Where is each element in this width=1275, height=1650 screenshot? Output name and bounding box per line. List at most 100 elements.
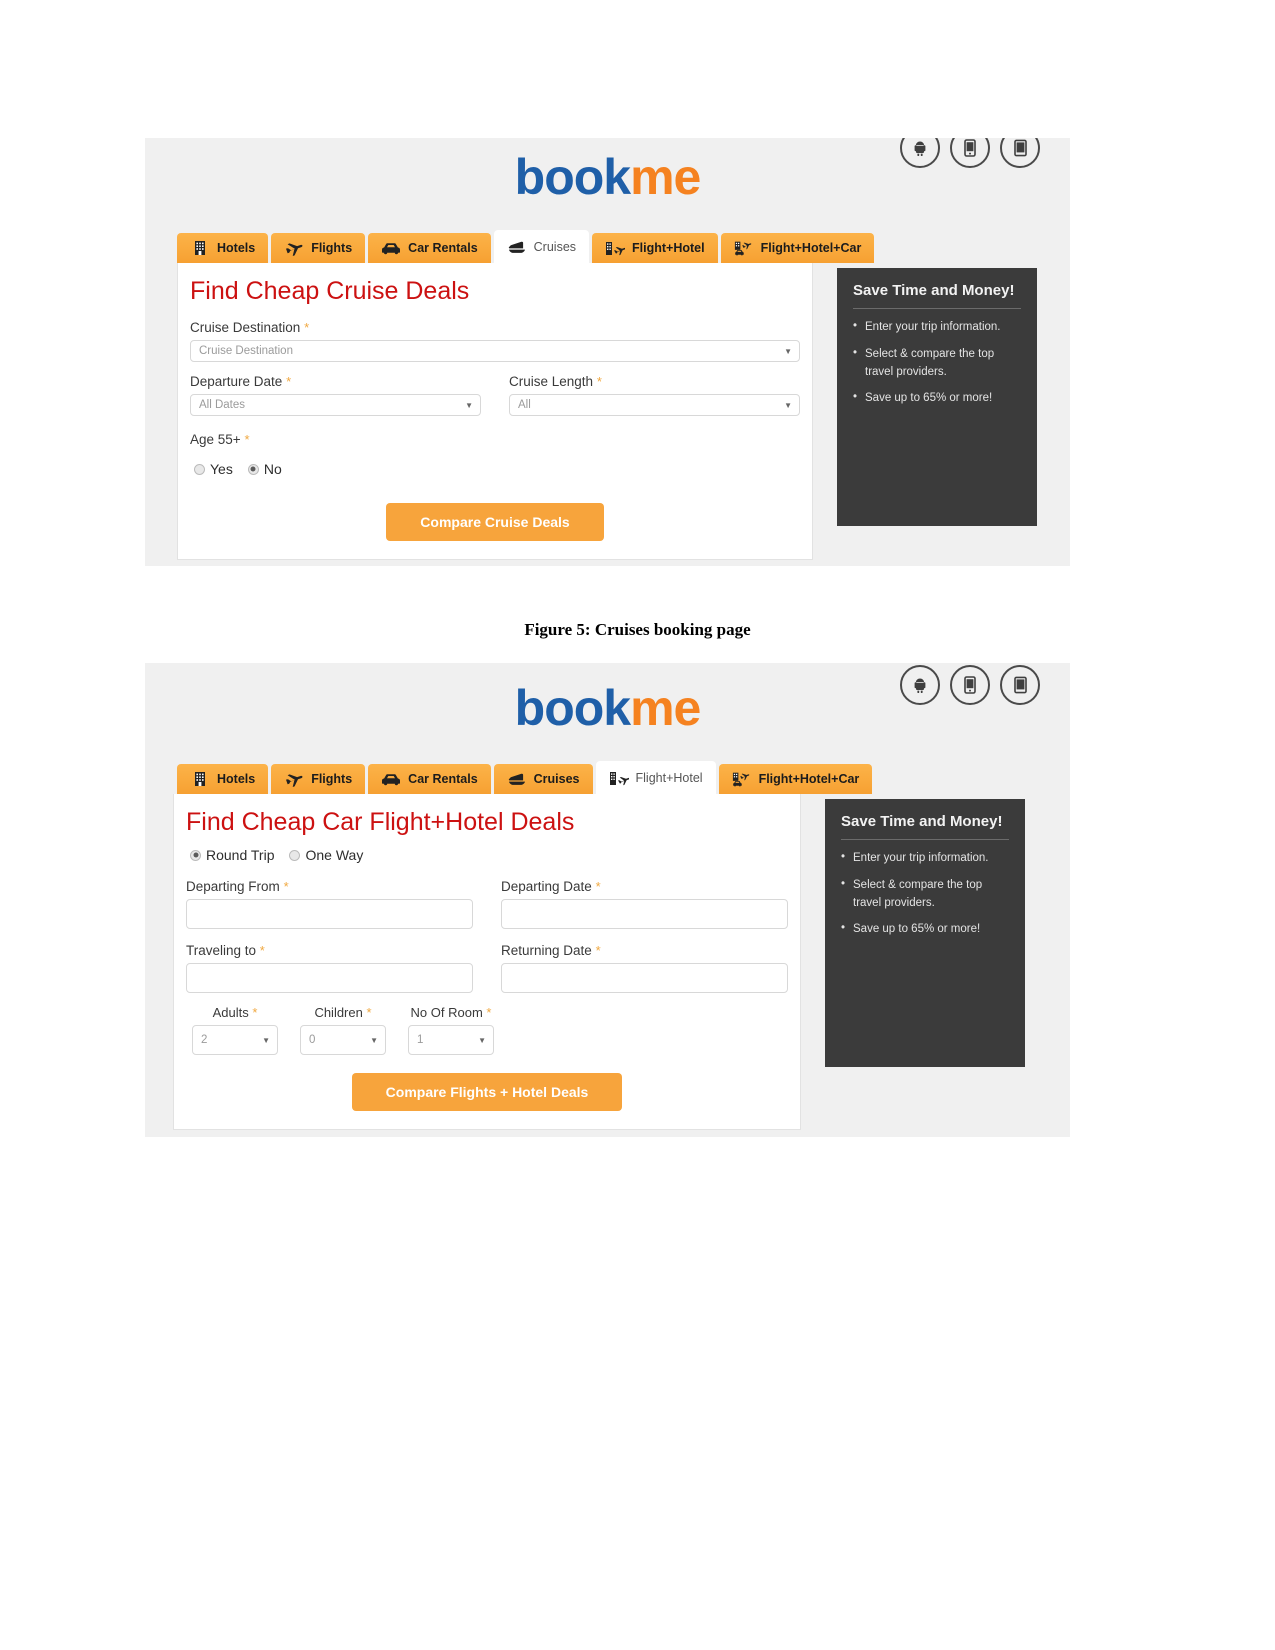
tab-cruises[interactable]: Cruises <box>493 764 593 794</box>
list-item: Enter your trip information. <box>853 318 1021 337</box>
flight-hotel-booking-screenshot: bookme Hotels Flights Car Rentals Cruise… <box>145 663 1070 1137</box>
tab-label: Cruises <box>533 239 577 254</box>
adults-field: Adults * 2 ▼ <box>192 1005 278 1055</box>
tab-flights[interactable]: Flights <box>271 764 366 794</box>
label-text: Departing Date <box>501 879 592 894</box>
one-way-radio[interactable] <box>289 849 301 861</box>
traveling-to-field: Traveling to * <box>186 943 473 993</box>
required-marker: * <box>286 374 292 389</box>
label-text: Departure Date <box>190 374 283 389</box>
cruise-destination-label: Cruise Destination * <box>190 320 800 335</box>
flight-hotel-car-icon <box>734 239 754 257</box>
compare-flights-hotel-deals-button[interactable]: Compare Flights + Hotel Deals <box>351 1073 623 1111</box>
tab-flight-hotel-car[interactable]: Flight+Hotel+Car <box>718 764 873 794</box>
departing-date-field: Departing Date * <box>501 879 788 929</box>
tab-car-rentals[interactable]: Car Rentals <box>368 233 491 263</box>
save-time-money-panel: Save Time and Money! Enter your trip inf… <box>837 268 1037 526</box>
chevron-down-icon: ▼ <box>262 1035 270 1045</box>
flight-hotel-submit-wrap: Compare Flights + Hotel Deals <box>186 1073 788 1111</box>
android-app-icon[interactable] <box>900 665 940 705</box>
mobile-app-icon[interactable] <box>950 665 990 705</box>
label-text: Traveling to <box>186 943 257 958</box>
cruise-length-label: Cruise Length * <box>509 374 800 389</box>
tab-car-rentals[interactable]: Car Rentals <box>368 764 491 794</box>
car-icon <box>381 770 401 788</box>
chevron-down-icon: ▼ <box>784 400 792 410</box>
tab-label: Cruises <box>533 772 580 786</box>
list-item: Enter your trip information. <box>841 849 1009 868</box>
bookme-logo[interactable]: bookme <box>514 680 702 736</box>
rooms-select[interactable]: 1 ▼ <box>408 1025 494 1055</box>
departure-date-select[interactable]: All Dates ▼ <box>190 394 481 416</box>
tab-label: Hotels <box>217 772 256 786</box>
mobile-app-icon[interactable] <box>950 138 990 168</box>
airplane-icon <box>284 770 304 788</box>
departing-from-input[interactable] <box>186 899 473 929</box>
tablet-app-icon[interactable] <box>1000 665 1040 705</box>
tab-label: Flights <box>311 772 353 786</box>
age-yes-radio[interactable] <box>194 463 205 475</box>
android-app-icon[interactable] <box>900 138 940 168</box>
rooms-label: No Of Room * <box>408 1005 494 1020</box>
traveling-to-label: Traveling to * <box>186 943 473 958</box>
cruise-length-value: All <box>518 399 531 411</box>
brand-bar: bookme <box>145 138 1070 230</box>
logo-book-text: book <box>514 680 631 736</box>
tab-hotels[interactable]: Hotels <box>177 233 269 263</box>
returning-date-input[interactable] <box>501 963 788 993</box>
tablet-app-icon[interactable] <box>1000 138 1040 168</box>
chevron-down-icon: ▼ <box>370 1035 378 1045</box>
required-marker: * <box>252 1005 258 1020</box>
adults-value: 2 <box>201 1034 208 1046</box>
tab-label: Flight+Hotel+Car <box>760 241 862 255</box>
cruise-destination-select[interactable]: Cruise Destination ▼ <box>190 340 800 362</box>
tab-flights[interactable]: Flights <box>271 233 366 263</box>
list-item: Select & compare the top travel provider… <box>841 876 1009 913</box>
children-field: Children * 0 ▼ <box>300 1005 386 1055</box>
tab-flight-hotel[interactable]: Flight+Hotel <box>592 233 718 263</box>
required-marker: * <box>304 320 310 335</box>
departing-date-input[interactable] <box>501 899 788 929</box>
required-marker: * <box>596 374 602 389</box>
cruise-length-field: Cruise Length * All ▼ <box>509 374 800 416</box>
rooms-field: No Of Room * 1 ▼ <box>408 1005 494 1055</box>
tab-cruises[interactable]: Cruises <box>493 230 590 263</box>
aside-bullet-list: Enter your trip information. Select & co… <box>853 318 1021 408</box>
label-text: Returning Date <box>501 943 592 958</box>
logo-book-text: book <box>514 149 631 205</box>
hotel-building-icon <box>190 239 210 257</box>
cruise-ship-icon <box>507 238 527 256</box>
app-icons-group <box>900 665 1040 705</box>
children-select[interactable]: 0 ▼ <box>300 1025 386 1055</box>
cruise-ship-icon <box>507 770 527 788</box>
round-trip-radio[interactable] <box>190 849 201 861</box>
occupancy-row: Adults * 2 ▼ Children * 0 ▼ No Of Room *… <box>186 1005 788 1055</box>
logo-me-text: me <box>630 680 701 736</box>
aside-bullet-list: Enter your trip information. Select & co… <box>841 849 1009 939</box>
age-no-radio[interactable] <box>247 463 259 475</box>
tab-flight-hotel[interactable]: Flight+Hotel <box>595 761 716 794</box>
round-trip-label: Round Trip <box>206 847 275 863</box>
page-title: Find Cheap Car Flight+Hotel Deals <box>186 808 575 836</box>
age-radio-group: Yes No <box>194 461 800 477</box>
label-text: Departing From <box>186 879 280 894</box>
bookme-logo[interactable]: bookme <box>514 149 702 205</box>
required-marker: * <box>259 943 265 958</box>
label-text: Cruise Destination <box>190 320 301 335</box>
primary-tab-bar: Hotels Flights Car Rentals Cruises Fligh… <box>145 230 1070 263</box>
tab-hotels[interactable]: Hotels <box>177 764 269 794</box>
flight-hotel-panel-row: Find Cheap Car Flight+Hotel Deals Round … <box>145 794 1070 1130</box>
departing-date-label: Departing Date * <box>501 879 788 894</box>
traveling-to-input[interactable] <box>186 963 473 993</box>
tab-flight-hotel-car[interactable]: Flight+Hotel+Car <box>720 233 875 263</box>
cruises-booking-screenshot: bookme Hotels Flights Car Rentals Cruise… <box>145 138 1070 566</box>
compare-cruise-deals-button[interactable]: Compare Cruise Deals <box>386 503 604 541</box>
tab-label: Flight+Hotel+Car <box>758 772 860 786</box>
save-time-money-panel: Save Time and Money! Enter your trip inf… <box>825 799 1025 1067</box>
required-marker: * <box>244 432 250 447</box>
cruise-panel-row: Find Cheap Cruise Deals Cruise Destinati… <box>145 263 1070 560</box>
adults-select[interactable]: 2 ▼ <box>192 1025 278 1055</box>
age-label: Age 55+ * <box>190 432 800 447</box>
departure-date-field: Departure Date * All Dates ▼ <box>190 374 481 416</box>
cruise-length-select[interactable]: All ▼ <box>509 394 800 416</box>
